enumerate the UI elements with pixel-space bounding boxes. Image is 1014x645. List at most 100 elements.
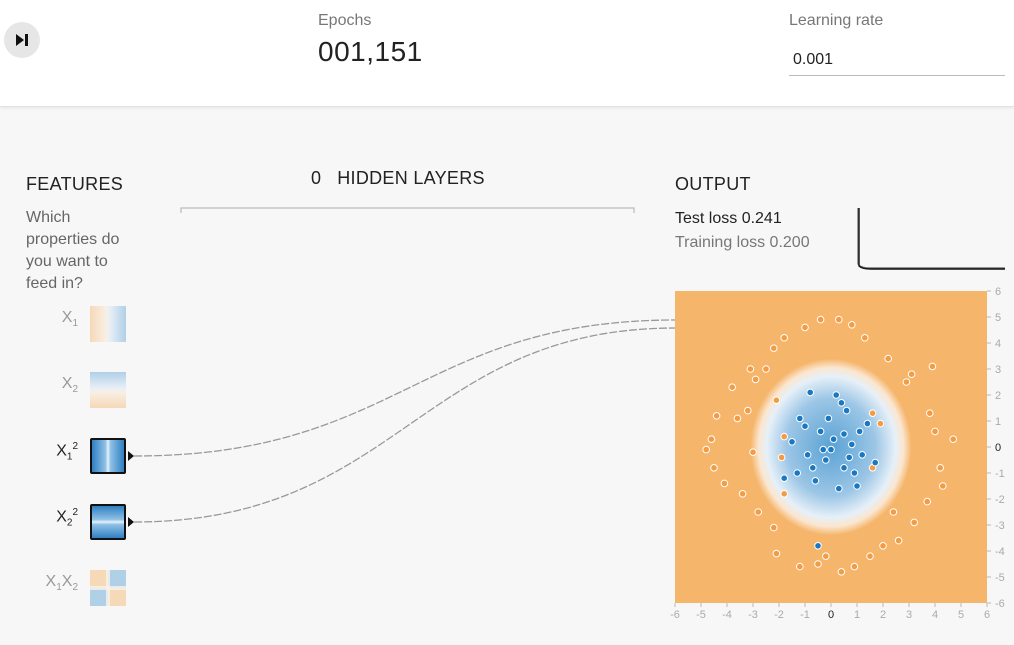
y-tick-label: 1 [995, 416, 1001, 428]
orange-point [894, 536, 903, 545]
orange-point [707, 435, 716, 443]
orange-point [720, 479, 729, 488]
blue-point [855, 427, 864, 436]
blue-point [850, 469, 859, 477]
orange-point [733, 414, 742, 423]
output-heatmap: -6 -5 -4 -3 -2 -1 0 1 2 3 4 5 6 6 5 4 3 2 1 0 -1 -2 -3 -4 -5 -6 [670, 286, 1005, 621]
orange-point [770, 523, 778, 532]
blue-point [796, 414, 804, 423]
orange-point [749, 448, 757, 456]
orange-point [889, 508, 898, 516]
blue-point [788, 438, 796, 446]
y-tick-label: -6 [995, 598, 1005, 610]
blue-point [822, 456, 830, 464]
orange-point [710, 464, 718, 472]
orange-point [728, 383, 736, 391]
orange-point [907, 370, 916, 378]
blue-point [840, 430, 848, 438]
y-tick-label: 3 [995, 364, 1001, 376]
weight-line-x1-squared[interactable] [133, 319, 677, 457]
loss-curve-chart [857, 208, 1005, 270]
y-tick-label: -2 [995, 494, 1005, 506]
x-tick-label: 2 [880, 609, 886, 621]
y-tick-label: 4 [995, 338, 1001, 350]
blue-point [814, 542, 822, 550]
orange-point [796, 562, 804, 571]
orange-point [939, 482, 947, 490]
x-tick-label: 5 [958, 609, 964, 621]
x-tick-label: -5 [696, 609, 706, 621]
orange-point [910, 518, 918, 527]
test-loss-curve [858, 208, 1005, 270]
blue-point [871, 458, 879, 467]
y-tick-label: 6 [995, 286, 1001, 298]
y-tick-label: 0 [995, 442, 1001, 454]
blue-point [845, 453, 853, 462]
y-tick-label: -5 [995, 572, 1005, 584]
blue-point [816, 427, 825, 436]
y-tick-label: -3 [995, 520, 1005, 532]
blue-point [819, 445, 827, 454]
x-tick-label: -4 [722, 609, 732, 621]
orange-point [702, 445, 711, 454]
blue-point [842, 406, 851, 415]
x-tick-label: -6 [670, 609, 680, 621]
orange-point [949, 435, 958, 443]
orange-point [848, 321, 856, 329]
blue-point [806, 388, 814, 397]
orange-point [835, 315, 843, 324]
orange-point [876, 419, 885, 428]
blue-point [840, 464, 848, 472]
blue-point [801, 422, 809, 430]
blue-point [837, 399, 846, 407]
orange-point [780, 432, 788, 441]
blue-point [811, 477, 820, 485]
x-tick-label: 1 [854, 609, 860, 621]
blue-point [832, 391, 840, 399]
orange-point [746, 365, 755, 373]
orange-point [712, 412, 721, 420]
orange-point [936, 464, 945, 472]
blue-point [809, 464, 817, 472]
y-tick-label: -1 [995, 468, 1005, 480]
x-tick-label: 3 [906, 609, 912, 621]
orange-point [777, 453, 786, 462]
x-tick-label: -1 [800, 609, 810, 621]
x-tick-label: -3 [748, 609, 758, 621]
orange-point [866, 552, 874, 561]
training-loss-curve [857, 208, 1005, 269]
orange-point [884, 354, 892, 363]
blue-point [848, 440, 856, 449]
orange-point [868, 409, 877, 417]
blue-point [853, 482, 861, 490]
blue-point [835, 484, 843, 493]
orange-point [762, 365, 770, 373]
blue-point [863, 419, 872, 428]
blue-point [829, 435, 838, 443]
training-loss: Training loss 0.200 [675, 234, 810, 251]
x-tick-label: 4 [932, 609, 938, 621]
y-axis: 6 5 4 3 2 1 0 -1 -2 -3 -4 -5 -6 [987, 286, 1005, 610]
output-title: OUTPUT [675, 174, 751, 194]
orange-point [902, 378, 911, 386]
orange-point [928, 362, 937, 371]
y-tick-label: -4 [995, 546, 1005, 558]
orange-point [850, 562, 859, 571]
orange-point [772, 396, 781, 404]
blue-point [780, 474, 788, 482]
orange-point [837, 568, 846, 576]
orange-point [801, 323, 809, 332]
orange-point [751, 375, 760, 384]
blue-point [827, 445, 835, 454]
weight-line-x2-squared[interactable] [133, 327, 677, 523]
x-tick-label: 0 [828, 609, 834, 621]
orange-point [780, 490, 788, 498]
blue-point [793, 469, 801, 477]
orange-point [754, 508, 762, 516]
y-tick-label: 2 [995, 390, 1001, 402]
x-tick-label: 6 [984, 609, 990, 621]
orange-point [926, 409, 934, 417]
orange-point [816, 315, 825, 324]
orange-point [770, 344, 778, 352]
test-loss: Test loss 0.241 [675, 210, 782, 227]
